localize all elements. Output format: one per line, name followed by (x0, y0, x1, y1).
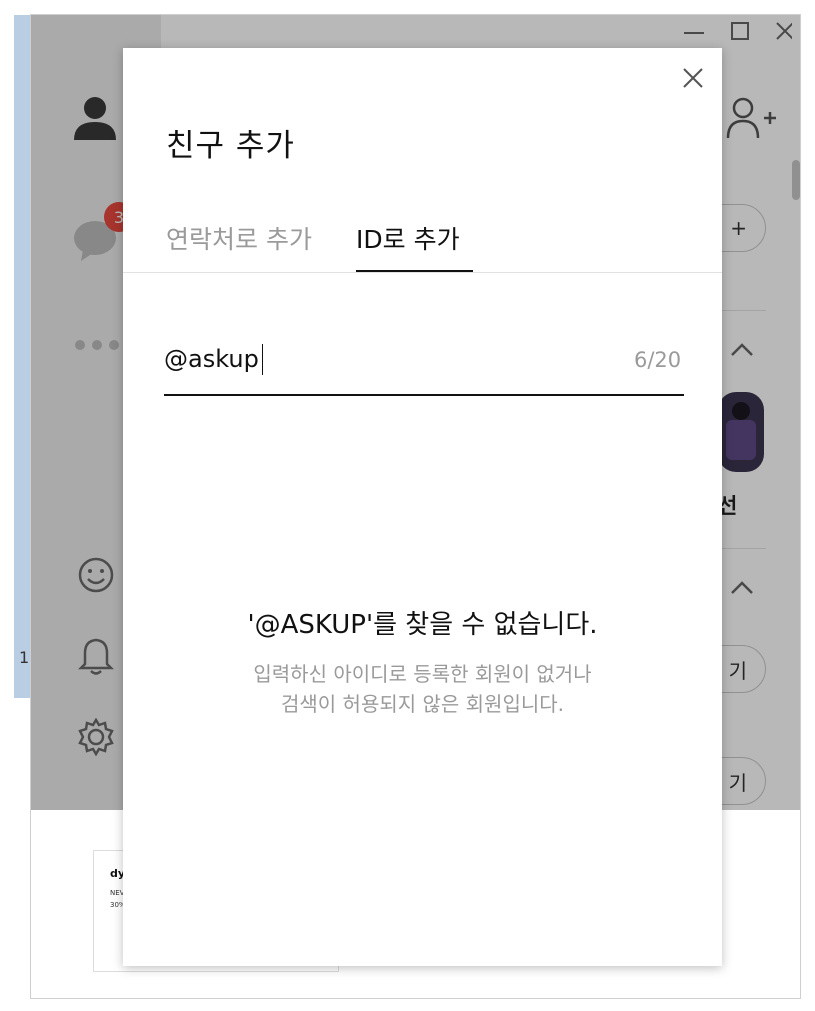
tab-add-by-contact[interactable]: 연락처로 추가 (166, 220, 312, 256)
input-underline (164, 394, 684, 396)
tab-add-by-id[interactable]: ID로 추가 (356, 220, 460, 256)
dialog-title: 친구 추가 (166, 128, 295, 164)
text-caret (262, 344, 263, 375)
id-search-input[interactable] (164, 343, 604, 375)
desktop-window-edge (14, 15, 31, 698)
not-found-message: '@ASKUP'를 찾을 수 없습니다. (247, 610, 598, 640)
desktop-window-edge-lower (14, 698, 32, 998)
desktop-background (0, 0, 14, 1011)
add-friend-dialog: 친구 추가 연락처로 추가 ID로 추가 6/20 '@ASKUP'를 찾을 수… (123, 48, 722, 966)
not-found-description-line1: 입력하신 아이디로 등록한 회원이 없거나 (253, 662, 592, 686)
desktop-edge-digit: 1 (19, 648, 30, 667)
character-count: 6/20 (634, 348, 682, 372)
close-icon[interactable] (677, 62, 709, 94)
tab-divider (123, 272, 722, 273)
not-found-description-line2: 검색이 허용되지 않은 회원입니다. (280, 692, 565, 716)
